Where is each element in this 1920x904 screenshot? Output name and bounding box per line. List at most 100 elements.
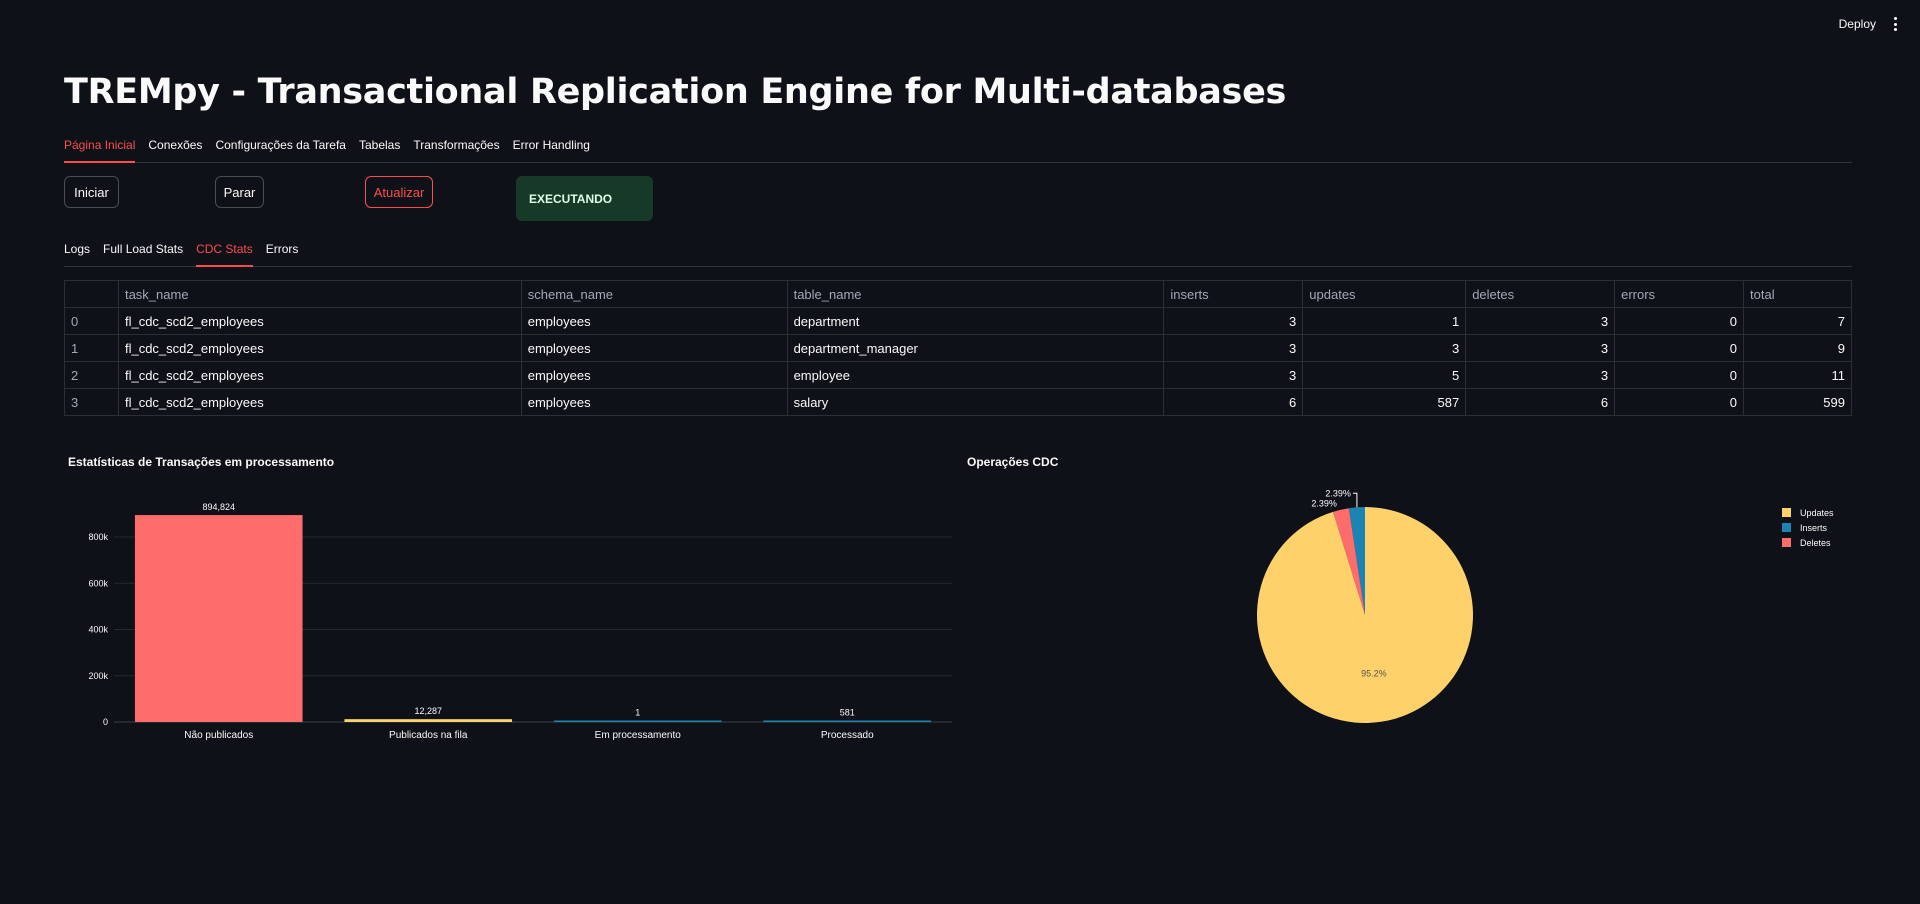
bar-value-label: 581 bbox=[840, 708, 855, 718]
table-header-row: task_name schema_name table_name inserts… bbox=[64, 280, 1852, 308]
bar bbox=[763, 720, 932, 722]
kebab-menu-icon[interactable] bbox=[1894, 17, 1898, 31]
y-tick-label: 400k bbox=[88, 625, 108, 635]
legend-label: Inserts bbox=[1800, 523, 1828, 533]
column-header-inserts[interactable]: inserts bbox=[1163, 280, 1304, 308]
cell-table-name[interactable]: department bbox=[786, 307, 1165, 335]
bar-chart-title: Estatísticas de Transações em processame… bbox=[68, 455, 335, 469]
cell-errors[interactable]: 0 bbox=[1614, 388, 1745, 416]
cell-deletes[interactable]: 3 bbox=[1465, 334, 1616, 362]
cell-deletes[interactable]: 6 bbox=[1465, 388, 1616, 416]
pie-value-label: 2.39% bbox=[1311, 499, 1337, 509]
cell-updates[interactable]: 1 bbox=[1302, 307, 1467, 335]
bar bbox=[553, 720, 722, 722]
main-tabs: Página Inicial Conexões Configurações da… bbox=[64, 138, 1852, 163]
cell-schema-name[interactable]: employees bbox=[520, 334, 788, 362]
pie-leader-line bbox=[1352, 492, 1358, 508]
pie-legend[interactable]: Updates Inserts Deletes bbox=[1780, 505, 1880, 565]
column-header-total[interactable]: total bbox=[1743, 280, 1852, 308]
status-badge: EXECUTANDO bbox=[516, 176, 653, 221]
cell-updates[interactable]: 587 bbox=[1302, 388, 1467, 416]
cell-inserts[interactable]: 3 bbox=[1163, 334, 1304, 362]
pie-chart-title: Operações CDC bbox=[967, 455, 1059, 469]
table-row: 2 fl_cdc_scd2_employees employees employ… bbox=[64, 361, 1852, 389]
cell-schema-name[interactable]: employees bbox=[520, 361, 788, 389]
tab-configuracoes-tarefa[interactable]: Configurações da Tarefa bbox=[215, 138, 346, 162]
cell-inserts[interactable]: 6 bbox=[1163, 388, 1304, 416]
tab-error-handling[interactable]: Error Handling bbox=[513, 138, 590, 162]
row-index[interactable]: 3 bbox=[64, 388, 119, 416]
table-row: 0 fl_cdc_scd2_employees employees depart… bbox=[64, 307, 1852, 335]
cell-errors[interactable]: 0 bbox=[1614, 307, 1745, 335]
tab-full-load-stats[interactable]: Full Load Stats bbox=[103, 242, 183, 266]
pie-slice bbox=[1257, 507, 1473, 723]
table-row: 1 fl_cdc_scd2_employees employees depart… bbox=[64, 334, 1852, 362]
x-tick-label: Publicados na fila bbox=[389, 730, 468, 741]
bar-value-label: 12,287 bbox=[414, 706, 442, 716]
cell-total[interactable]: 11 bbox=[1743, 361, 1852, 389]
pie-value-label: 2.39% bbox=[1325, 488, 1351, 498]
tab-transformacoes[interactable]: Transformações bbox=[413, 138, 499, 162]
pie-value-label: 95.2% bbox=[1361, 669, 1387, 679]
cell-task-name[interactable]: fl_cdc_scd2_employees bbox=[117, 334, 522, 362]
cell-errors[interactable]: 0 bbox=[1614, 334, 1745, 362]
cell-total[interactable]: 599 bbox=[1743, 388, 1852, 416]
cell-task-name[interactable]: fl_cdc_scd2_employees bbox=[117, 361, 522, 389]
row-index[interactable]: 1 bbox=[64, 334, 119, 362]
x-tick-label: Em processamento bbox=[595, 730, 682, 741]
cell-updates[interactable]: 5 bbox=[1302, 361, 1467, 389]
cell-schema-name[interactable]: employees bbox=[520, 307, 788, 335]
stop-button[interactable]: Parar bbox=[215, 176, 264, 208]
y-tick-label: 800k bbox=[88, 532, 108, 542]
x-tick-label: Não publicados bbox=[184, 730, 253, 741]
cell-table-name[interactable]: salary bbox=[786, 388, 1165, 416]
pie-chart[interactable]: 95.2% 2.39%2.39% bbox=[1240, 475, 1540, 735]
table-row: 3 fl_cdc_scd2_employees employees salary… bbox=[64, 388, 1852, 416]
start-button[interactable]: Iniciar bbox=[64, 176, 119, 208]
deploy-button[interactable]: Deploy bbox=[1839, 17, 1876, 31]
cell-schema-name[interactable]: employees bbox=[520, 388, 788, 416]
app-toolbar: Deploy bbox=[1839, 0, 1920, 48]
column-header-index[interactable] bbox=[64, 280, 119, 308]
cell-inserts[interactable]: 3 bbox=[1163, 307, 1304, 335]
refresh-button[interactable]: Atualizar bbox=[365, 176, 433, 208]
cell-table-name[interactable]: department_manager bbox=[786, 334, 1165, 362]
cell-total[interactable]: 7 bbox=[1743, 307, 1852, 335]
bar-value-label: 894,824 bbox=[202, 502, 235, 512]
cdc-stats-table[interactable]: task_name schema_name table_name inserts… bbox=[64, 280, 1852, 416]
bar bbox=[134, 515, 303, 722]
sub-tabs: Logs Full Load Stats CDC Stats Errors bbox=[64, 242, 1852, 267]
cell-deletes[interactable]: 3 bbox=[1465, 307, 1616, 335]
bar-value-label: 1 bbox=[635, 708, 640, 718]
cell-errors[interactable]: 0 bbox=[1614, 361, 1745, 389]
legend-swatch bbox=[1782, 523, 1791, 532]
cell-task-name[interactable]: fl_cdc_scd2_employees bbox=[117, 388, 522, 416]
page-title: TREMpy - Transactional Replication Engin… bbox=[64, 72, 1287, 112]
cell-total[interactable]: 9 bbox=[1743, 334, 1852, 362]
column-header-schema-name[interactable]: schema_name bbox=[520, 280, 788, 308]
column-header-errors[interactable]: errors bbox=[1614, 280, 1745, 308]
bar-chart[interactable]: 0 200k 400k 600k 800k 894,824 Não publicados 12… bbox=[64, 490, 964, 750]
cell-table-name[interactable]: employee bbox=[786, 361, 1165, 389]
row-index[interactable]: 0 bbox=[64, 307, 119, 335]
y-tick-label: 0 bbox=[103, 717, 108, 727]
tab-cdc-stats[interactable]: CDC Stats bbox=[196, 242, 253, 267]
column-header-task-name[interactable]: task_name bbox=[117, 280, 522, 308]
tab-tabelas[interactable]: Tabelas bbox=[359, 138, 400, 162]
cell-inserts[interactable]: 3 bbox=[1163, 361, 1304, 389]
cell-task-name[interactable]: fl_cdc_scd2_employees bbox=[117, 307, 522, 335]
cell-deletes[interactable]: 3 bbox=[1465, 361, 1616, 389]
row-index[interactable]: 2 bbox=[64, 361, 119, 389]
bar bbox=[344, 719, 513, 722]
tab-errors[interactable]: Errors bbox=[266, 242, 299, 266]
column-header-deletes[interactable]: deletes bbox=[1465, 280, 1616, 308]
legend-label: Deletes bbox=[1800, 538, 1831, 548]
column-header-updates[interactable]: updates bbox=[1302, 280, 1467, 308]
tab-conexoes[interactable]: Conexões bbox=[148, 138, 202, 162]
legend-swatch bbox=[1782, 538, 1791, 547]
tab-pagina-inicial[interactable]: Página Inicial bbox=[64, 138, 136, 163]
legend-label: Updates bbox=[1800, 508, 1834, 518]
cell-updates[interactable]: 3 bbox=[1302, 334, 1467, 362]
column-header-table-name[interactable]: table_name bbox=[786, 280, 1165, 308]
tab-logs[interactable]: Logs bbox=[64, 242, 90, 266]
